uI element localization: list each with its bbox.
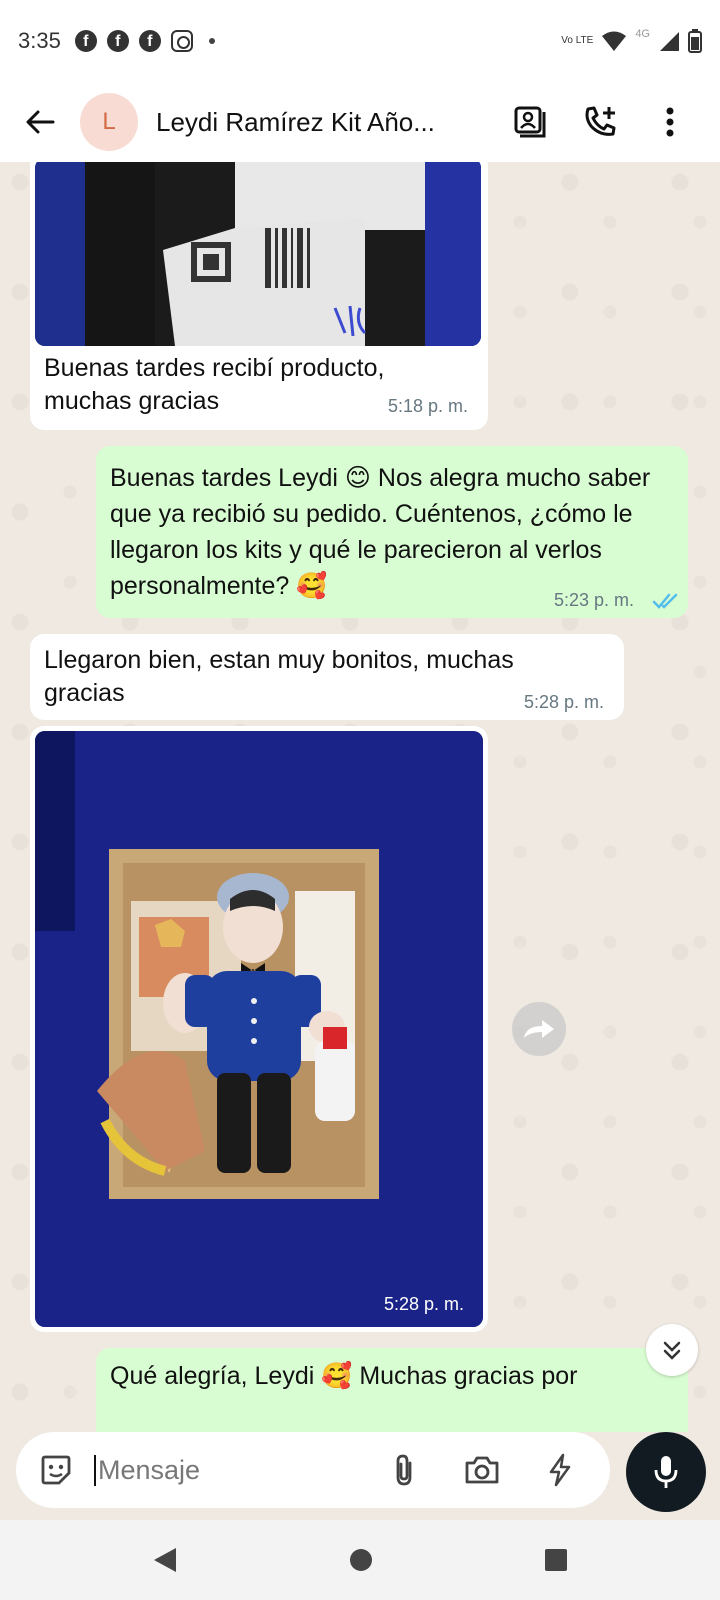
message-bubble-incoming-photo[interactable]: 5:28 p. m. xyxy=(30,726,488,1332)
voice-message-button[interactable] xyxy=(626,1432,706,1512)
message-time: 5:18 p. m. xyxy=(388,396,469,416)
double-check-read-icon xyxy=(652,593,678,609)
avatar[interactable]: L xyxy=(80,93,138,151)
scroll-to-bottom-button[interactable] xyxy=(646,1324,698,1376)
nav-back-icon[interactable] xyxy=(152,1546,178,1574)
catalog-button[interactable] xyxy=(500,92,560,152)
forward-icon xyxy=(524,1020,554,1038)
system-indicators: Vo LTE 4G xyxy=(561,28,702,54)
notification-icons: f f f xyxy=(74,30,215,52)
message-bubble-outgoing[interactable]: Qué alegría, Leydi 🥰 Muchas gracias por xyxy=(96,1348,688,1432)
contact-name[interactable]: Leydi Ramírez Kit Año... xyxy=(156,107,476,138)
more-vertical-icon xyxy=(666,107,674,137)
message-text: Llegaron bien, estan muy bonitos, muchas… xyxy=(44,646,514,707)
message-text: Buenas tardes recibí producto, muchas gr… xyxy=(44,354,385,415)
add-call-button[interactable] xyxy=(570,92,630,152)
kit-photo[interactable] xyxy=(35,731,483,1327)
network-type: 4G xyxy=(635,28,650,40)
arrow-left-icon xyxy=(26,110,55,134)
kit-box-image xyxy=(35,731,483,1327)
package-image xyxy=(35,162,481,346)
facebook-icon: f xyxy=(74,30,97,52)
nav-home-icon[interactable] xyxy=(348,1547,374,1573)
instagram-icon xyxy=(170,30,193,52)
message-text: Buenas tardes Leydi 😊 Nos alegra mucho s… xyxy=(110,464,651,600)
battery-icon xyxy=(688,29,702,53)
double-chevron-down-icon xyxy=(663,1341,681,1360)
package-photo[interactable] xyxy=(35,162,481,346)
phone-plus-icon xyxy=(585,106,616,136)
sticker-icon xyxy=(41,1455,71,1485)
microphone-icon xyxy=(654,1456,678,1488)
chat-area[interactable]: Buenas tardes recibí producto, muchas gr… xyxy=(0,162,720,1432)
sticker-button[interactable] xyxy=(36,1450,76,1490)
chat-header: L Leydi Ramírez Kit Año... xyxy=(0,82,720,162)
attach-button[interactable] xyxy=(384,1450,424,1490)
message-composer xyxy=(16,1432,610,1508)
message-bubble-incoming[interactable]: Llegaron bien, estan muy bonitos, muchas… xyxy=(30,634,624,720)
facebook-icon: f xyxy=(106,30,129,52)
more-options-button[interactable] xyxy=(640,92,700,152)
more-notifications-dot xyxy=(208,38,215,44)
catalog-icon xyxy=(514,106,546,138)
camera-icon xyxy=(465,1456,499,1484)
message-time: 5:28 p. m. xyxy=(524,692,605,712)
lightning-icon xyxy=(549,1453,571,1487)
status-bar: 3:35 f f f Vo LTE 4G xyxy=(0,0,720,82)
signal-icon xyxy=(660,32,679,51)
wifi-icon xyxy=(602,31,627,51)
system-navigation-bar xyxy=(0,1520,720,1600)
facebook-icon: f xyxy=(138,30,161,52)
back-button[interactable] xyxy=(0,82,80,162)
paperclip-icon xyxy=(396,1454,412,1486)
status-time: 3:35 xyxy=(18,28,61,53)
forward-button[interactable] xyxy=(512,1002,566,1056)
message-bubble-incoming[interactable]: Buenas tardes recibí producto, muchas gr… xyxy=(30,162,488,430)
message-input[interactable] xyxy=(94,1454,384,1486)
photo-time: 5:28 p. m. xyxy=(384,1294,465,1314)
volte-indicator: Vo LTE xyxy=(561,35,594,46)
camera-button[interactable] xyxy=(462,1450,502,1490)
message-time: 5:23 p. m. xyxy=(554,590,635,610)
nav-recents-icon[interactable] xyxy=(544,1548,568,1572)
message-text: Qué alegría, Leydi 🥰 Muchas gracias por xyxy=(110,1362,578,1390)
quick-reply-button[interactable] xyxy=(540,1450,580,1490)
message-bubble-outgoing[interactable]: Buenas tardes Leydi 😊 Nos alegra mucho s… xyxy=(96,446,688,618)
